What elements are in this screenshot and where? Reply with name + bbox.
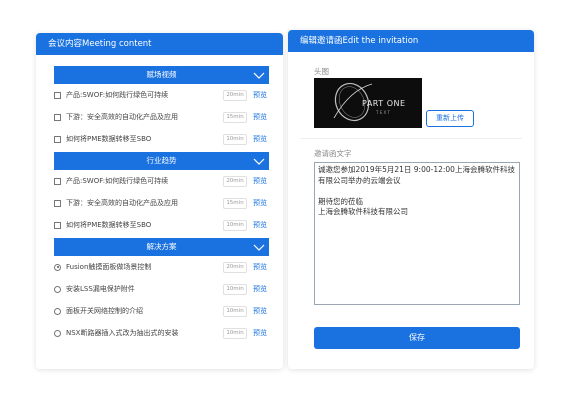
checkbox[interactable]	[54, 113, 61, 121]
header-image-label: 头图	[314, 67, 329, 76]
header-image: PART ONE T E X T	[314, 78, 422, 128]
section-0: 赋场视频 产品:SWOF:如何践行绿色可持续 20min 预览 下游：安全高效的自动化产…	[54, 66, 269, 150]
duration-badge: 15min	[223, 197, 247, 209]
duration-badge: 10min	[223, 283, 247, 295]
list-item: NSX断路器插入式改为抽出式的安装 10min 预览	[54, 322, 269, 344]
duration-badge: 20min	[223, 261, 247, 273]
preview-link[interactable]: 预览	[253, 134, 269, 144]
checkbox[interactable]	[54, 199, 61, 207]
reupload-button[interactable]: 重新上传	[426, 110, 474, 127]
duration-badge: 20min	[223, 89, 247, 101]
sections-container: 赋场视频 产品:SWOF:如何践行绿色可持续 20min 预览 下游：安全高效的自动化产…	[54, 66, 269, 346]
item-title: Fusion触摸面板做场景控制	[66, 263, 152, 271]
preview-link[interactable]: 预览	[253, 306, 269, 316]
section-header[interactable]: 解决方案	[54, 238, 269, 256]
section-title: 解决方案	[146, 242, 177, 251]
preview-link[interactable]: 预览	[253, 198, 269, 208]
chevron-down-icon[interactable]	[253, 70, 265, 80]
section-header[interactable]: 赋场视频	[54, 66, 269, 84]
list-item: 产品:SWOF:如何践行绿色可持续 20min 预览	[54, 170, 269, 192]
chevron-down-icon[interactable]	[253, 242, 265, 252]
meeting-content-list[interactable]: 赋场视频 产品:SWOF:如何践行绿色可持续 20min 预览 下游：安全高效的自动化产…	[36, 55, 283, 369]
checkbox[interactable]	[54, 221, 61, 229]
duration-badge: 20min	[223, 175, 247, 187]
radio-button[interactable]	[54, 329, 61, 337]
checkbox[interactable]	[54, 177, 61, 185]
preview-link[interactable]: 预览	[253, 90, 269, 100]
item-title: 安装LSS漏电保护附件	[66, 285, 135, 293]
logo-title: PART ONE	[362, 99, 406, 108]
preview-link[interactable]: 预览	[253, 176, 269, 186]
divider	[300, 138, 522, 139]
item-title: 产品:SWOF:如何践行绿色可持续	[66, 177, 169, 185]
chevron-down-icon[interactable]	[253, 156, 265, 166]
duration-badge: 10min	[223, 133, 247, 145]
preview-link[interactable]: 预览	[253, 328, 269, 338]
preview-link[interactable]: 预览	[253, 220, 269, 230]
invitation-text-label: 邀请函文字	[314, 149, 352, 158]
radio-button[interactable]	[54, 285, 61, 293]
item-title: 下游：安全高效的自动化产品及应用	[66, 113, 178, 121]
checkbox[interactable]	[54, 91, 61, 99]
logo-subtitle: T E X T	[375, 110, 391, 115]
item-title: 下游：安全高效的自动化产品及应用	[66, 199, 178, 207]
list-item: Fusion触摸面板做场景控制 20min 预览	[54, 256, 269, 278]
duration-badge: 10min	[223, 219, 247, 231]
section-1: 行业趋势 产品:SWOF:如何践行绿色可持续 20min 预览 下游：安全高效的自动化产…	[54, 152, 269, 236]
invitation-editor-panel: 编辑邀请函Edit the invitation 头图 PART ONE T E…	[288, 30, 534, 369]
list-item: 下游：安全高效的自动化产品及应用 15min 预览	[54, 106, 269, 128]
duration-badge: 10min	[223, 305, 247, 317]
list-item: 如何将PME数据转移至SBO 10min 预览	[54, 214, 269, 236]
list-item: 安装LSS漏电保护附件 10min 预览	[54, 278, 269, 300]
radio-button[interactable]	[54, 307, 61, 315]
section-title: 行业趋势	[146, 156, 177, 165]
save-button[interactable]: 保存	[314, 327, 520, 349]
list-item: 下游：安全高效的自动化产品及应用 15min 预览	[54, 192, 269, 214]
item-title: NSX断路器插入式改为抽出式的安装	[66, 329, 179, 337]
list-item: 如何将PME数据转移至SBO 10min 预览	[54, 128, 269, 150]
item-title: 如何将PME数据转移至SBO	[66, 135, 152, 143]
section-2: 解决方案 Fusion触摸面板做场景控制 20min 预览 安装LSS漏电保护附件 10m…	[54, 238, 269, 344]
section-header[interactable]: 行业趋势	[54, 152, 269, 170]
part-one-logo-icon: PART ONE T E X T	[314, 78, 422, 128]
meeting-content-header: 会议内容Meeting content	[36, 33, 283, 55]
item-title: 如何将PME数据转移至SBO	[66, 221, 152, 229]
duration-badge: 10min	[223, 327, 247, 339]
list-item: 产品:SWOF:如何践行绿色可持续 20min 预览	[54, 84, 269, 106]
section-title: 赋场视频	[146, 70, 177, 79]
preview-link[interactable]: 预览	[253, 112, 269, 122]
invitation-editor-header: 编辑邀请函Edit the invitation	[288, 30, 534, 52]
duration-badge: 15min	[223, 111, 247, 123]
preview-link[interactable]: 预览	[253, 284, 269, 294]
radio-button[interactable]	[54, 263, 61, 271]
meeting-content-panel: 会议内容Meeting content 赋场视频产品:SWOF:如何践行绿色可持…	[36, 33, 283, 369]
checkbox[interactable]	[54, 135, 61, 143]
item-title: 面板开关网络控制的介绍	[66, 307, 143, 315]
invitation-textarea[interactable]: 诚邀您参加2019年5月21日 9:00-12:00上海会腾软件科技 有限公司举…	[314, 162, 520, 305]
preview-link[interactable]: 预览	[253, 262, 269, 272]
item-title: 产品:SWOF:如何践行绿色可持续	[66, 91, 169, 99]
list-item: 面板开关网络控制的介绍 10min 预览	[54, 300, 269, 322]
